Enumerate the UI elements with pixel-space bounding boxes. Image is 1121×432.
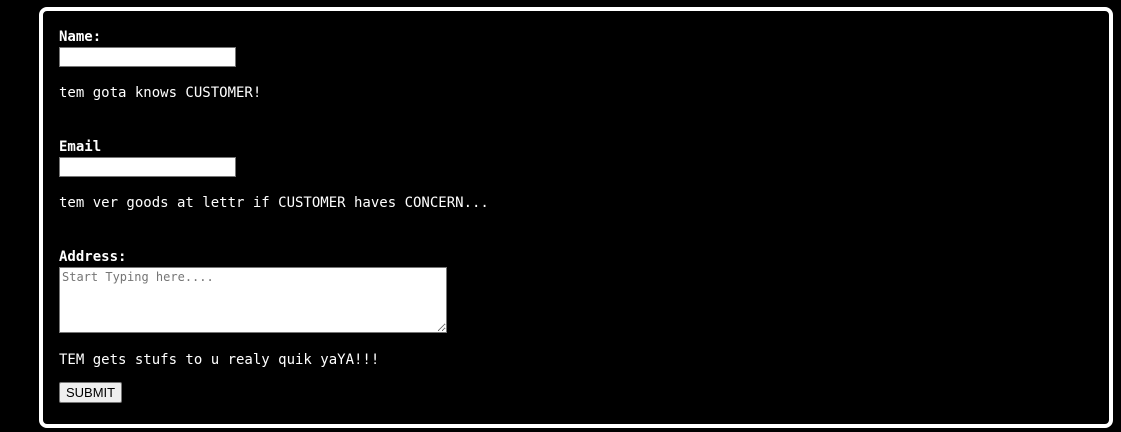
email-label: Email (59, 139, 102, 155)
contact-form: Name: tem gota knows CUSTOMER! Email tem… (59, 28, 1089, 403)
form-container: Name: tem gota knows CUSTOMER! Email tem… (39, 7, 1113, 428)
submit-button[interactable]: SUBMIT (59, 382, 123, 403)
name-label: Name: (59, 29, 102, 45)
name-input[interactable] (59, 47, 236, 67)
name-tagline: tem gota knows CUSTOMER! (59, 85, 262, 101)
address-textarea[interactable] (59, 267, 447, 333)
email-input[interactable] (59, 157, 236, 177)
address-tagline: TEM gets stufs to u realy quik yaYA!!! (59, 352, 380, 368)
email-tagline: tem ver goods at lettr if CUSTOMER haves… (59, 195, 489, 211)
address-label: Address: (59, 249, 127, 265)
